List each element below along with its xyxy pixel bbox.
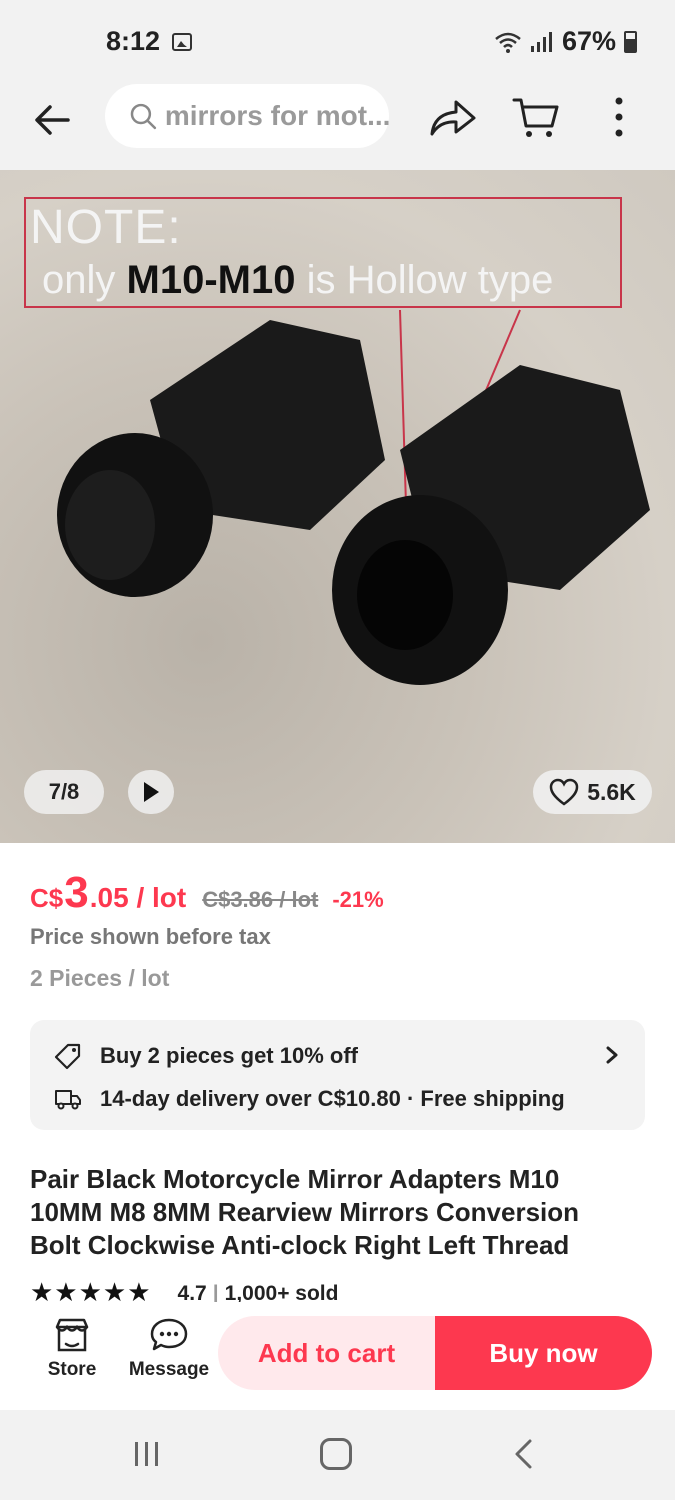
nav-back-icon[interactable] [512,1438,534,1470]
product-title: Pair Black Motorcycle Mirror Adapters M1… [30,1164,580,1260]
add-to-cart-button[interactable]: Add to cart [218,1316,435,1390]
store-button[interactable]: Store [40,1317,104,1381]
battery-icon [624,30,637,53]
signal-icon [530,31,552,52]
store-icon [55,1318,89,1352]
back-arrow-icon[interactable] [30,98,74,142]
rating-row: ★★★★★ 4.7 | 1,000+ sold [30,1282,650,1302]
share-icon[interactable] [428,96,478,140]
chat-icon [150,1318,188,1351]
truck-icon [55,1090,81,1110]
rating-stars: ★★★★★ [30,1282,152,1302]
bottom-action-bar: Store Message Add to cart Buy now [0,1303,675,1410]
price-row: C$ 3 .05 / lot C$3.86 / lot -21% [30,868,384,918]
status-bar: 8:12 67% [0,0,675,84]
top-bar: mirrors for mot... [0,84,675,170]
status-time: 8:12 [106,26,161,56]
store-label: Store [47,1359,97,1380]
sold-count: 1,000+ sold [224,1282,339,1302]
tag-icon [54,1043,81,1070]
status-right: 67% [494,26,637,57]
message-button[interactable]: Message [128,1317,210,1381]
search-input[interactable]: mirrors for mot... [105,84,389,148]
promo-card[interactable]: Buy 2 pieces get 10% off 14-day delivery… [30,1020,645,1130]
cart-icon[interactable] [512,96,560,140]
battery-percent: 67% [561,26,616,56]
more-options-icon[interactable] [605,94,633,140]
product-image-gallery[interactable]: NOTE: only M10-M10 is Hollow type 7/8 5.… [0,170,675,843]
chevron-right-icon [606,1046,618,1064]
price-currency: C$ [30,883,64,913]
system-nav-bar [0,1410,675,1500]
discount-badge: -21% [332,887,384,912]
rating-value: 4.7 [177,1282,207,1302]
recent-apps-icon[interactable] [132,1440,162,1468]
gallery-notification-icon [172,33,192,51]
heart-icon [549,778,579,806]
search-icon [130,103,157,130]
price-integer: 3 [64,868,89,917]
pointer-lines [57,309,650,685]
rating-divider: | [212,1282,219,1302]
play-video-button[interactable] [128,770,174,814]
buy-now-button[interactable]: Buy now [435,1316,652,1390]
tax-note: Price shown before tax [30,924,271,949]
price-fraction: .05 / lot [89,882,187,913]
likes-count: 5.6K [587,778,636,805]
message-label: Message [128,1359,210,1380]
play-icon [144,782,159,802]
lot-unit: 2 Pieces / lot [30,965,170,991]
promo-delivery-text: 14-day delivery over C$10.80 · Free ship… [100,1086,565,1111]
purchase-buttons: Add to cart Buy now [218,1316,652,1390]
wifi-icon [495,32,521,53]
search-query: mirrors for mot... [164,100,389,131]
wishlist-button[interactable]: 5.6K [533,770,652,814]
promo-offer-text: Buy 2 pieces get 10% off [100,1043,358,1068]
image-counter: 7/8 [24,770,104,814]
original-price: C$3.86 / lot [202,887,319,912]
promo-offer-row: Buy 2 pieces get 10% off [54,1042,358,1070]
home-icon[interactable] [320,1438,352,1470]
promo-delivery-row: 14-day delivery over C$10.80 · Free ship… [54,1086,565,1112]
